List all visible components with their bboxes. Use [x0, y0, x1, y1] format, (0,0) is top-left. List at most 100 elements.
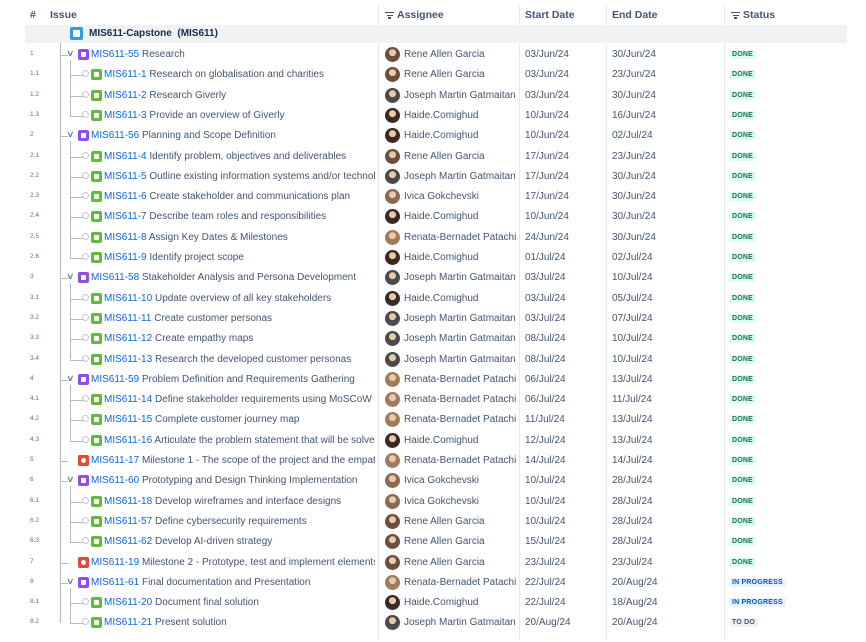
issue-key-link[interactable]: MIS611-55: [91, 49, 139, 60]
issue-summary[interactable]: Develop wireframes and interface designs: [155, 496, 341, 507]
start-date[interactable]: 10/Jul/24: [525, 475, 566, 486]
issue-key-link[interactable]: MIS611-20: [104, 597, 152, 608]
end-date[interactable]: 02/Jul/24: [612, 130, 653, 141]
issue-row-child[interactable]: 1.2 MIS611-2 Research Giverly Joseph Marti…: [0, 86, 866, 106]
status-badge[interactable]: TO DO: [729, 618, 759, 628]
issue-row-parent[interactable]: 1 ∨ MIS611-55 Research Rene Allen Garcia 03/…: [0, 45, 866, 65]
end-date[interactable]: 28/Jul/24: [612, 496, 653, 507]
issue-key-link[interactable]: MIS611-18: [104, 496, 152, 507]
project-row[interactable]: MIS611-Capstone (MIS611): [25, 25, 847, 43]
end-date[interactable]: 30/Jun/24: [612, 49, 656, 60]
issue-row-child[interactable]: 2.3 MIS611-6 Create stakeholder and commu…: [0, 187, 866, 207]
start-date[interactable]: 06/Jul/24: [525, 374, 566, 385]
issue-title[interactable]: MIS611-13 Research the developed custome…: [104, 354, 375, 365]
issue-row-parent[interactable]: 8 ∨ MIS611-61 Final documentation and Pres…: [0, 573, 866, 593]
chevron-down-icon[interactable]: ∨: [66, 129, 75, 140]
issue-key-link[interactable]: MIS611-19: [91, 557, 139, 568]
status-badge[interactable]: DONE: [729, 293, 757, 303]
issue-title[interactable]: MIS611-58 Stakeholder Analysis and Perso…: [91, 272, 375, 283]
issue-summary[interactable]: Define cybersecurity requirements: [155, 516, 307, 527]
chevron-down-icon[interactable]: ∨: [66, 373, 75, 384]
assignee-name[interactable]: Renata-Bernadet Patachi: [404, 232, 516, 243]
issue-row-child[interactable]: 3.4 MIS611-13 Research the developed cust…: [0, 350, 866, 370]
issue-summary[interactable]: Describe team roles and responsibilities: [149, 211, 326, 222]
assignee-name[interactable]: Ivica Gokchevski: [404, 496, 479, 507]
status-badge[interactable]: DONE: [729, 334, 757, 344]
issue-row-child[interactable]: 2.2 MIS611-5 Outline existing information…: [0, 167, 866, 187]
start-date[interactable]: 24/Jun/24: [525, 232, 569, 243]
end-date[interactable]: 23/Jun/24: [612, 69, 656, 80]
issue-title[interactable]: MIS611-56 Planning and Scope Definition: [91, 130, 375, 141]
issue-title[interactable]: MIS611-10 Update overview of all key sta…: [104, 293, 375, 304]
start-date[interactable]: 03/Jul/24: [525, 313, 566, 324]
assignee-name[interactable]: Rene Allen Garcia: [404, 49, 485, 60]
issue-title[interactable]: MIS611-59 Problem Definition and Require…: [91, 374, 375, 385]
issue-summary[interactable]: Develop AI-driven strategy: [155, 536, 272, 547]
issue-summary[interactable]: Update overview of all key stakeholders: [155, 293, 331, 304]
issue-row-child[interactable]: 1.1 MIS611-1 Research on globalisation an…: [0, 65, 866, 85]
end-date[interactable]: 10/Jul/24: [612, 354, 653, 365]
issue-row-parent[interactable]: 6 ∨ MIS611-60 Prototyping and Design Think…: [0, 471, 866, 491]
end-date[interactable]: 16/Jun/24: [612, 110, 656, 121]
issue-title[interactable]: MIS611-7 Describe team roles and respons…: [104, 211, 375, 222]
issue-title[interactable]: MIS611-9 Identify project scope: [104, 252, 375, 263]
issue-title[interactable]: MIS611-16 Articulate the problem stateme…: [104, 435, 375, 446]
status-badge[interactable]: DONE: [729, 557, 757, 567]
status-badge[interactable]: DONE: [729, 435, 757, 445]
issue-key-link[interactable]: MIS611-3: [104, 110, 147, 121]
issue-key-link[interactable]: MIS611-5: [104, 171, 147, 182]
assignee-name[interactable]: Joseph Martin Gatmaitan: [404, 171, 516, 182]
status-badge[interactable]: DONE: [729, 415, 757, 425]
issue-title[interactable]: MIS611-62 Develop AI-driven strategy: [104, 536, 375, 547]
status-badge[interactable]: IN PROGRESS: [729, 598, 786, 608]
issue-summary[interactable]: Research on globalisation and charities: [149, 69, 324, 80]
issue-title[interactable]: MIS611-61 Final documentation and Presen…: [91, 577, 375, 588]
issue-key-link[interactable]: MIS611-1: [104, 69, 147, 80]
issue-summary[interactable]: Provide an overview of Giverly: [149, 110, 284, 121]
assignee-name[interactable]: Rene Allen Garcia: [404, 69, 485, 80]
status-badge[interactable]: DONE: [729, 131, 757, 141]
issue-key-link[interactable]: MIS611-4: [104, 151, 147, 162]
column-assignee-header[interactable]: Assignee: [385, 9, 444, 21]
end-date[interactable]: 02/Jul/24: [612, 252, 653, 263]
status-badge[interactable]: DONE: [729, 70, 757, 80]
assignee-name[interactable]: Haide.Comighud: [404, 211, 479, 222]
assignee-name[interactable]: Joseph Martin Gatmaitan: [404, 354, 516, 365]
issue-summary[interactable]: Outline existing information systems and…: [149, 171, 375, 182]
start-date[interactable]: 23/Jul/24: [525, 557, 566, 568]
issue-title[interactable]: MIS611-55 Research: [91, 49, 375, 60]
issue-row-child[interactable]: 2.5 MIS611-8 Assign Key Dates & Milestone…: [0, 228, 866, 248]
start-date[interactable]: 15/Jul/24: [525, 536, 566, 547]
issue-title[interactable]: MIS611-12 Create empathy maps: [104, 333, 375, 344]
issue-summary[interactable]: Articulate the problem statement that wi…: [154, 435, 375, 446]
column-start-date-header[interactable]: Start Date: [525, 9, 575, 21]
status-badge[interactable]: DONE: [729, 354, 757, 364]
end-date[interactable]: 14/Jul/24: [612, 455, 653, 466]
assignee-name[interactable]: Renata-Bernadet Patachi: [404, 577, 516, 588]
assignee-name[interactable]: Renata-Bernadet Patachi: [404, 374, 516, 385]
assignee-name[interactable]: Renata-Bernadet Patachi: [404, 455, 516, 466]
end-date[interactable]: 05/Jul/24: [612, 293, 653, 304]
issue-summary[interactable]: Identify project scope: [149, 252, 244, 263]
end-date[interactable]: 20/Aug/24: [612, 577, 658, 588]
assignee-name[interactable]: Rene Allen Garcia: [404, 516, 485, 527]
issue-summary[interactable]: Milestone 1 - The scope of the project a…: [142, 455, 375, 466]
issue-key-link[interactable]: MIS611-13: [104, 354, 152, 365]
assignee-name[interactable]: Haide.Comighud: [404, 110, 479, 121]
issue-key-link[interactable]: MIS611-21: [104, 617, 152, 628]
status-badge[interactable]: DONE: [729, 151, 757, 161]
status-badge[interactable]: DONE: [729, 496, 757, 506]
status-badge[interactable]: DONE: [729, 374, 757, 384]
issue-summary[interactable]: Research the developed customer personas: [155, 354, 351, 365]
issue-summary[interactable]: Present solution: [155, 617, 227, 628]
end-date[interactable]: 30/Jun/24: [612, 171, 656, 182]
issue-key-link[interactable]: MIS611-16: [104, 435, 152, 446]
issue-summary[interactable]: Problem Definition and Requirements Gath…: [142, 374, 355, 385]
start-date[interactable]: 01/Jul/24: [525, 252, 566, 263]
issue-title[interactable]: MIS611-15 Complete customer journey map: [104, 414, 375, 425]
issue-key-link[interactable]: MIS611-10: [104, 293, 152, 304]
issue-key-link[interactable]: MIS611-57: [104, 516, 152, 527]
issue-row-parent[interactable]: 2 ∨ MIS611-56 Planning and Scope Definitio…: [0, 126, 866, 146]
start-date[interactable]: 10/Jul/24: [525, 496, 566, 507]
issue-row-child[interactable]: 3.2 MIS611-11 Create customer personas Jos…: [0, 309, 866, 329]
